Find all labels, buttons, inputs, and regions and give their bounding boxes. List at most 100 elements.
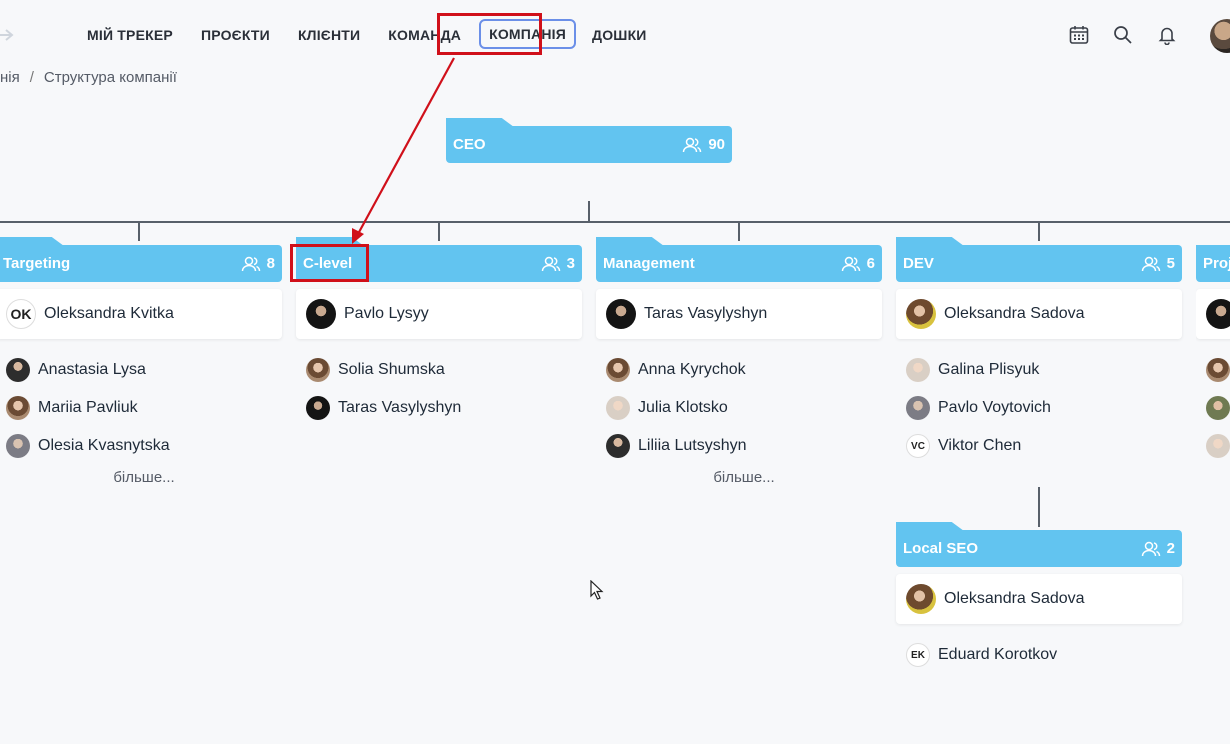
list-item[interactable]: Solia Shumska xyxy=(306,351,582,389)
nav-boards[interactable]: ДОШКИ xyxy=(592,24,647,49)
avatar: EK xyxy=(906,643,930,667)
person-name: Galina Plisyuk xyxy=(938,361,1040,378)
department-head-card[interactable]: Taras Vasylyshyn xyxy=(596,289,882,339)
avatar xyxy=(606,358,630,382)
list-item[interactable]: Taras Vasylyshyn xyxy=(306,389,582,427)
more-link[interactable]: більше... xyxy=(606,469,882,486)
people-icon xyxy=(1141,541,1160,556)
nav-projects[interactable]: ПРОЄКТИ xyxy=(201,24,270,49)
breadcrumb-current: Структура компанії xyxy=(43,69,177,86)
people-icon xyxy=(1141,256,1160,271)
department-head-card[interactable] xyxy=(1196,289,1230,339)
node-count-value: 90 xyxy=(708,136,725,153)
list-item[interactable]: Anna Kyrychok xyxy=(606,351,882,389)
node-title: Management xyxy=(603,255,695,272)
department-head-card[interactable]: Oleksandra Sadova xyxy=(896,289,1182,339)
connector-line xyxy=(138,222,140,241)
department-head-card[interactable]: Pavlo Lysyy xyxy=(296,289,582,339)
list-item[interactable]: EK Eduard Korotkov xyxy=(906,636,1182,674)
avatar xyxy=(906,358,930,382)
avatar: VC xyxy=(906,434,930,458)
person-name: Solia Shumska xyxy=(338,361,445,378)
org-node-targeting[interactable]: Targeting 8 OK Oleksandra Kvitka Anastas… xyxy=(0,237,282,486)
avatar xyxy=(906,299,936,329)
connector-line xyxy=(588,201,590,222)
calendar-icon[interactable] xyxy=(1068,24,1090,46)
list-item[interactable] xyxy=(1206,427,1230,465)
list-item[interactable] xyxy=(1206,389,1230,427)
list-item[interactable]: Mariia Pavliuk xyxy=(6,389,282,427)
person-name: Liliia Lutsyshyn xyxy=(638,437,747,454)
org-node-dev[interactable]: DEV 5 Oleksandra Sadova Galina Plisyuk P… xyxy=(896,237,1182,465)
org-node-management[interactable]: Management 6 Taras Vasylyshyn Anna Kyryc… xyxy=(596,237,882,486)
list-item[interactable]: VC Viktor Chen xyxy=(906,427,1182,465)
node-count-value: 5 xyxy=(1166,255,1175,272)
avatar xyxy=(6,396,30,420)
person-name: Pavlo Voytovich xyxy=(938,399,1051,416)
person-name: Oleksandra Kvitka xyxy=(44,305,174,322)
member-list: Anna Kyrychok Julia Klotsko Liliia Lutsy… xyxy=(596,351,882,486)
org-node-local-seo[interactable]: Local SEO 2 Oleksandra Sadova EK Eduard K… xyxy=(896,522,1182,674)
node-count: 90 xyxy=(682,136,725,153)
node-count-value: 8 xyxy=(266,255,275,272)
node-header[interactable]: Management 6 xyxy=(596,245,882,282)
node-count: 5 xyxy=(1141,255,1175,272)
list-item[interactable]: Liliia Lutsyshyn xyxy=(606,427,882,465)
bell-icon[interactable] xyxy=(1156,24,1178,46)
person-name: Olesia Kvasnytska xyxy=(38,437,170,454)
nav-clients[interactable]: КЛІЄНТИ xyxy=(298,24,360,49)
person-name: Pavlo Lysyy xyxy=(344,305,429,322)
user-avatar[interactable] xyxy=(1210,19,1230,53)
avatar xyxy=(306,358,330,382)
person-name: Mariia Pavliuk xyxy=(38,399,138,416)
org-node-ceo[interactable]: CEO 90 xyxy=(446,118,732,163)
person-name: Taras Vasylyshyn xyxy=(644,305,768,322)
logo-icon[interactable] xyxy=(0,27,16,43)
avatar xyxy=(306,299,336,329)
node-title: Proj xyxy=(1203,255,1230,272)
list-item[interactable]: Anastasia Lysa xyxy=(6,351,282,389)
list-item[interactable]: Olesia Kvasnytska xyxy=(6,427,282,465)
node-count-value: 6 xyxy=(866,255,875,272)
annotation-highlight-c-level xyxy=(290,244,369,282)
member-list: Solia Shumska Taras Vasylyshyn xyxy=(296,351,582,427)
person-name: Viktor Chen xyxy=(938,437,1022,454)
department-head-card[interactable]: Oleksandra Sadova xyxy=(896,574,1182,624)
connector-line xyxy=(1038,487,1040,527)
person-name: Anastasia Lysa xyxy=(38,361,146,378)
list-item[interactable]: Galina Plisyuk xyxy=(906,351,1182,389)
breadcrumb-parent[interactable]: нія xyxy=(0,69,20,86)
node-header[interactable]: DEV 5 xyxy=(896,245,1182,282)
avatar xyxy=(606,434,630,458)
node-count: 8 xyxy=(241,255,275,272)
list-item[interactable]: Pavlo Voytovich xyxy=(906,389,1182,427)
node-header[interactable]: Proj xyxy=(1196,245,1230,282)
connector-line xyxy=(438,222,440,241)
department-head-card[interactable]: OK Oleksandra Kvitka xyxy=(0,289,282,339)
avatar: OK xyxy=(6,299,36,329)
nav-my-tracker[interactable]: МІЙ ТРЕКЕР xyxy=(87,24,173,49)
node-title: Local SEO xyxy=(903,540,979,557)
avatar xyxy=(6,434,30,458)
people-icon xyxy=(241,256,260,271)
mouse-cursor-icon xyxy=(590,580,604,600)
more-link[interactable]: більше... xyxy=(6,469,282,486)
node-header[interactable]: Targeting 8 xyxy=(0,245,282,282)
list-item[interactable]: Julia Klotsko xyxy=(606,389,882,427)
node-count: 2 xyxy=(1141,540,1175,557)
list-item[interactable] xyxy=(1206,351,1230,389)
person-name: Oleksandra Sadova xyxy=(944,590,1085,607)
search-icon[interactable] xyxy=(1112,24,1134,46)
avatar xyxy=(1206,358,1230,382)
org-node-proj[interactable]: Proj xyxy=(1196,245,1230,465)
people-icon xyxy=(841,256,860,271)
person-name: Eduard Korotkov xyxy=(938,646,1058,663)
node-header[interactable]: CEO 90 xyxy=(446,126,732,163)
node-header[interactable]: Local SEO 2 xyxy=(896,530,1182,567)
avatar xyxy=(306,396,330,420)
avatar xyxy=(1206,396,1230,420)
member-list: Galina Plisyuk Pavlo Voytovich VC Viktor … xyxy=(896,351,1182,465)
member-list: EK Eduard Korotkov xyxy=(896,636,1182,674)
breadcrumb: нія / Структура компанії xyxy=(0,69,177,86)
people-icon xyxy=(683,137,702,152)
